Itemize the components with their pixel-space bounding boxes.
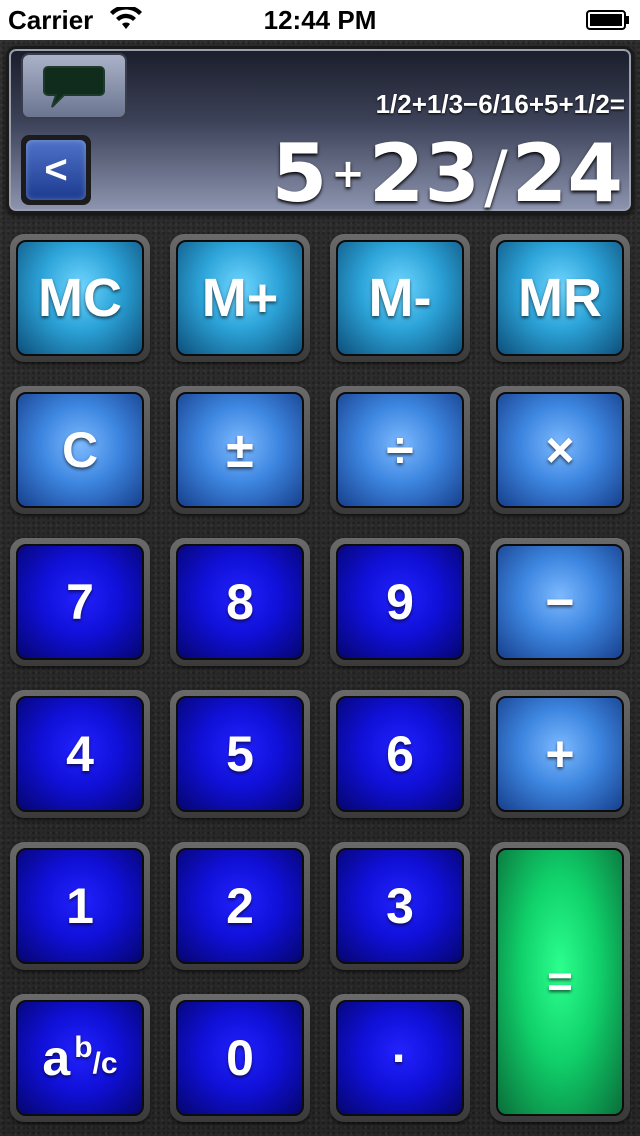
digit-3-button[interactable]: 3 xyxy=(330,842,470,970)
digit-7-label: 7 xyxy=(16,544,144,660)
digit-5-label: 5 xyxy=(176,696,304,812)
battery-icon xyxy=(586,10,629,30)
fraction-label: a b /c xyxy=(16,1000,144,1116)
m-plus-label: M+ xyxy=(176,240,304,356)
backspace-button[interactable]: < xyxy=(21,135,91,205)
fraction-slash-c: /c xyxy=(92,1047,118,1080)
mr-label: MR xyxy=(496,240,624,356)
digit-8-label: 8 xyxy=(176,544,304,660)
digit-9-button[interactable]: 9 xyxy=(330,538,470,666)
m-minus-button[interactable]: M- xyxy=(330,234,470,362)
clear-label: C xyxy=(16,392,144,508)
fraction-a: a xyxy=(42,1030,71,1086)
plus-minus-label: ± xyxy=(176,392,304,508)
equals-button[interactable]: = xyxy=(490,842,630,1122)
fraction-b: b xyxy=(74,1031,93,1064)
digit-5-button[interactable]: 5 xyxy=(170,690,310,818)
clear-button[interactable]: C xyxy=(10,386,150,514)
result-denominator: 24 xyxy=(511,127,623,214)
m-plus-button[interactable]: M+ xyxy=(170,234,310,362)
mr-button[interactable]: MR xyxy=(490,234,630,362)
mc-button[interactable]: MC xyxy=(10,234,150,362)
digit-2-button[interactable]: 2 xyxy=(170,842,310,970)
minus-button[interactable]: − xyxy=(490,538,630,666)
digit-0-button[interactable]: 0 xyxy=(170,994,310,1122)
divide-button[interactable]: ÷ xyxy=(330,386,470,514)
digit-8-button[interactable]: 8 xyxy=(170,538,310,666)
mc-label: MC xyxy=(16,240,144,356)
status-bar: Carrier 12:44 PM xyxy=(0,0,640,40)
calculator-display: < 1/2+1/3−6/16+5+1/2= 5 + 23 / 24 xyxy=(6,46,634,214)
equals-label: = xyxy=(496,848,624,1116)
expression-readout: 1/2+1/3−6/16+5+1/2= xyxy=(375,89,625,119)
digit-9-label: 9 xyxy=(336,544,464,660)
divide-label: ÷ xyxy=(336,392,464,508)
m-minus-label: M- xyxy=(336,240,464,356)
digit-4-button[interactable]: 4 xyxy=(10,690,150,818)
digit-4-label: 4 xyxy=(16,696,144,812)
result-numerator: 23 xyxy=(368,127,481,214)
digit-2-label: 2 xyxy=(176,848,304,964)
digit-1-label: 1 xyxy=(16,848,144,964)
backspace-label: < xyxy=(26,140,86,200)
digit-0-label: 0 xyxy=(176,1000,304,1116)
digit-1-button[interactable]: 1 xyxy=(10,842,150,970)
decimal-label: · xyxy=(336,1000,464,1116)
plus-button[interactable]: + xyxy=(490,690,630,818)
result-readout: 5 + 23 / 24 xyxy=(271,127,623,214)
result-whole: 5 xyxy=(271,127,328,214)
digit-6-button[interactable]: 6 xyxy=(330,690,470,818)
minus-label: − xyxy=(496,544,624,660)
status-time: 12:44 PM xyxy=(263,5,377,35)
decimal-button[interactable]: · xyxy=(330,994,470,1122)
speech-bubble-icon xyxy=(43,66,105,108)
digit-6-label: 6 xyxy=(336,696,464,812)
digit-7-button[interactable]: 7 xyxy=(10,538,150,666)
result-plus: + xyxy=(331,151,365,197)
plus-minus-button[interactable]: ± xyxy=(170,386,310,514)
multiply-label: × xyxy=(496,392,624,508)
fraction-button[interactable]: a b /c xyxy=(10,994,150,1122)
digit-3-label: 3 xyxy=(336,848,464,964)
chat-button[interactable] xyxy=(21,53,127,119)
plus-label: + xyxy=(496,696,624,812)
result-slash: / xyxy=(484,136,508,214)
multiply-button[interactable]: × xyxy=(490,386,630,514)
